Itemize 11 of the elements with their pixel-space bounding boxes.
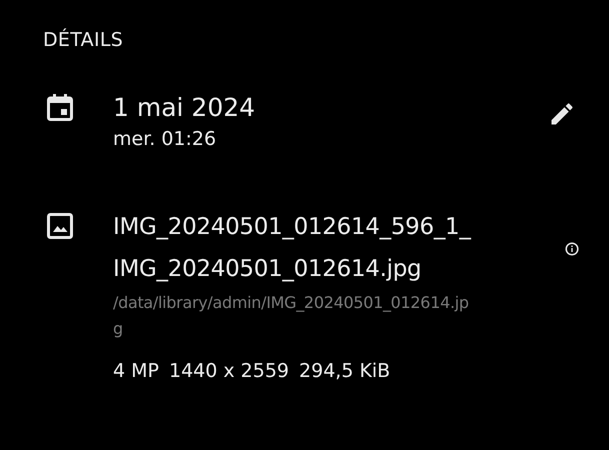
file-meta: 4 MP (113, 360, 159, 382)
file-meta: 294,5 KiB (299, 360, 390, 382)
calendar-icon (47, 93, 75, 121)
info-icon[interactable] (565, 242, 579, 256)
file-meta: 1440 x 2559 (168, 360, 290, 382)
section-title: DÉTAILS (43, 28, 124, 52)
date-text: 1 mai 2024 (113, 92, 256, 124)
file-name: IMG_20240501_012614_596_1_ IMG_20240501_012614.jpg (113, 213, 472, 284)
file-path: /data/library/admin/IMG_20240501_012614.jp g (113, 292, 470, 340)
image-icon (47, 213, 75, 241)
time-text: mer. 01:26 (113, 127, 218, 152)
